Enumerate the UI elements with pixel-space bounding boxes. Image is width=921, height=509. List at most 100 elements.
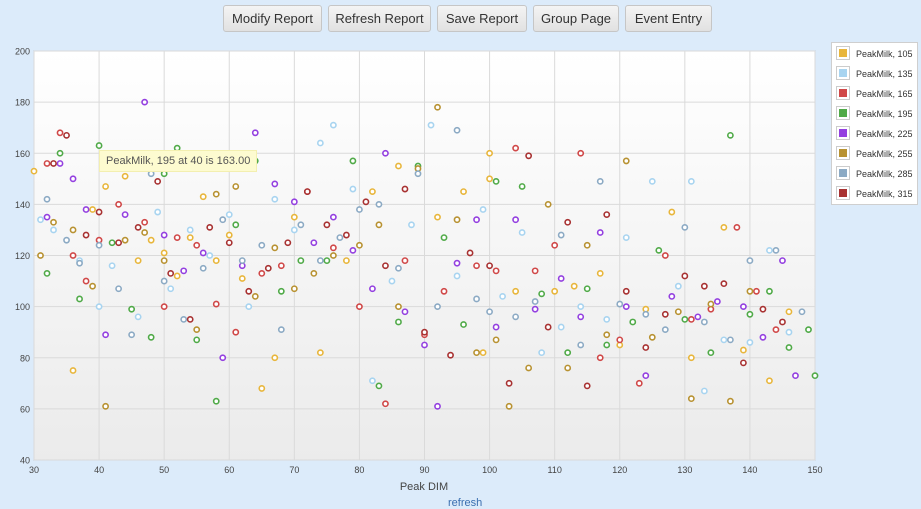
data-point[interactable] xyxy=(316,349,324,357)
data-point[interactable] xyxy=(69,175,77,183)
data-point[interactable] xyxy=(642,310,650,318)
data-point[interactable] xyxy=(434,402,441,410)
data-point[interactable] xyxy=(616,336,624,344)
data-point[interactable] xyxy=(160,249,168,257)
data-point[interactable] xyxy=(779,257,786,265)
data-point[interactable] xyxy=(206,223,214,231)
data-point[interactable] xyxy=(160,231,168,239)
data-point[interactable] xyxy=(160,257,168,265)
data-point[interactable] xyxy=(232,183,240,190)
data-point[interactable] xyxy=(180,267,188,275)
data-point[interactable] xyxy=(720,336,728,344)
data-point[interactable] xyxy=(473,349,480,357)
data-point[interactable] xyxy=(551,241,559,249)
data-point[interactable] xyxy=(414,170,422,178)
data-point[interactable] xyxy=(193,326,201,334)
data-point[interactable] xyxy=(147,333,155,341)
data-point[interactable] xyxy=(382,149,389,157)
data-point[interactable] xyxy=(115,239,123,247)
data-point[interactable] xyxy=(603,211,611,218)
data-point[interactable] xyxy=(687,177,695,185)
data-point[interactable] xyxy=(772,326,780,334)
data-point[interactable] xyxy=(512,313,520,321)
data-point[interactable] xyxy=(212,397,220,405)
data-point[interactable] xyxy=(95,303,103,311)
data-point[interactable] xyxy=(492,177,500,185)
data-point[interactable] xyxy=(173,272,181,280)
data-point[interactable] xyxy=(277,326,285,334)
data-point[interactable] xyxy=(512,216,520,224)
data-point[interactable] xyxy=(225,231,233,239)
data-point[interactable] xyxy=(349,185,357,193)
data-point[interactable] xyxy=(238,257,246,265)
data-point[interactable] xyxy=(551,287,559,295)
data-point[interactable] xyxy=(779,318,786,326)
data-point[interactable] xyxy=(141,98,149,106)
data-point[interactable] xyxy=(290,226,298,234)
data-point[interactable] xyxy=(492,336,500,344)
data-point[interactable] xyxy=(622,157,630,165)
data-point[interactable] xyxy=(160,277,168,285)
data-point[interactable] xyxy=(661,252,669,259)
data-point[interactable] xyxy=(766,377,773,385)
data-point[interactable] xyxy=(720,223,728,231)
data-point[interactable] xyxy=(219,216,227,224)
data-point[interactable] xyxy=(121,172,129,180)
data-point[interactable] xyxy=(713,298,721,305)
data-point[interactable] xyxy=(30,167,38,175)
data-point[interactable] xyxy=(583,285,591,293)
data-point[interactable] xyxy=(616,300,624,308)
data-point[interactable] xyxy=(329,213,337,221)
data-point[interactable] xyxy=(648,177,656,185)
data-point[interactable] xyxy=(707,300,715,308)
data-point[interactable] xyxy=(212,300,220,308)
data-point[interactable] xyxy=(531,305,539,313)
data-point[interactable] xyxy=(271,180,279,188)
data-point[interactable] xyxy=(681,316,689,323)
data-point[interactable] xyxy=(531,267,539,275)
data-point[interactable] xyxy=(356,241,363,249)
data-point[interactable] xyxy=(186,234,194,242)
data-point[interactable] xyxy=(492,323,500,331)
data-point[interactable] xyxy=(447,351,454,359)
data-point[interactable] xyxy=(577,149,585,157)
data-point[interactable] xyxy=(674,308,682,316)
data-point[interactable] xyxy=(473,262,480,270)
data-point[interactable] xyxy=(687,395,695,403)
data-point[interactable] xyxy=(76,259,83,267)
data-point[interactable] xyxy=(121,211,129,218)
data-point[interactable] xyxy=(453,272,461,280)
data-point[interactable] xyxy=(69,226,77,234)
data-point[interactable] xyxy=(128,331,136,339)
data-point[interactable] xyxy=(69,367,77,374)
data-point[interactable] xyxy=(733,223,741,231)
data-point[interactable] xyxy=(661,310,669,318)
data-point[interactable] xyxy=(648,333,656,341)
refresh-link[interactable]: refresh xyxy=(448,497,482,509)
data-point[interactable] xyxy=(316,139,324,147)
data-point[interactable] xyxy=(434,103,441,111)
data-point[interactable] xyxy=(141,229,149,236)
data-point[interactable] xyxy=(245,303,253,311)
data-point[interactable] xyxy=(486,262,493,270)
data-point[interactable] xyxy=(102,331,109,339)
data-point[interactable] xyxy=(232,221,240,229)
data-point[interactable] xyxy=(492,267,500,275)
event-entry-button[interactable]: Event Entry xyxy=(625,5,712,32)
data-point[interactable] xyxy=(486,308,493,316)
data-point[interactable] xyxy=(538,290,546,298)
data-point[interactable] xyxy=(726,336,734,344)
data-point[interactable] xyxy=(785,308,793,316)
data-point[interactable] xyxy=(421,328,428,336)
data-point[interactable] xyxy=(622,287,630,295)
data-point[interactable] xyxy=(473,216,480,224)
data-point[interactable] xyxy=(277,262,285,270)
data-point[interactable] xyxy=(108,262,116,270)
data-point[interactable] xyxy=(290,285,298,293)
data-point[interactable] xyxy=(401,185,409,193)
data-point[interactable] xyxy=(596,229,604,236)
data-point[interactable] xyxy=(440,234,448,242)
data-point[interactable] xyxy=(375,382,383,390)
data-point[interactable] xyxy=(583,382,591,390)
data-point[interactable] xyxy=(43,195,51,203)
